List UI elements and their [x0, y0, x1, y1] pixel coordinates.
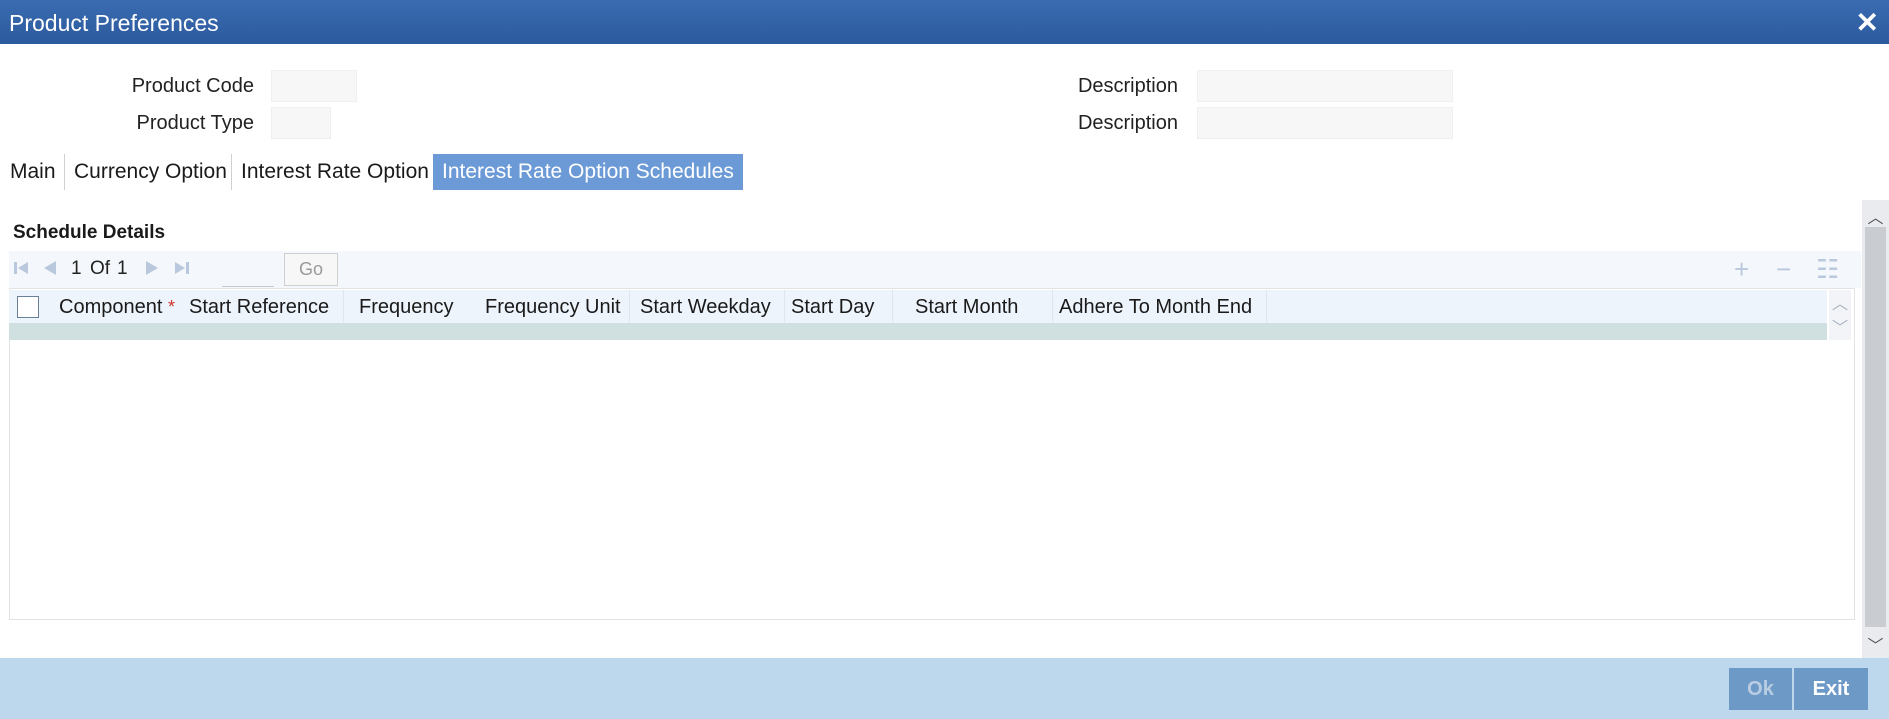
close-icon[interactable]: ✕: [1856, 6, 1879, 39]
footer-bar: [0, 658, 1889, 719]
column-divider: [892, 290, 893, 323]
remove-row-icon[interactable]: −: [1776, 256, 1791, 282]
product-type-field[interactable]: [271, 107, 331, 139]
product-type-label: Product Type: [136, 112, 254, 134]
pager-total: 1: [117, 258, 128, 279]
select-all-checkbox[interactable]: [17, 296, 39, 318]
column-start-month[interactable]: Start Month: [915, 296, 1018, 319]
scroll-down-icon[interactable]: ﹀: [1865, 632, 1886, 656]
product-code-field[interactable]: [271, 70, 357, 102]
first-page-icon[interactable]: [12, 259, 30, 282]
column-adhere-to-month-end[interactable]: Adhere To Month End: [1059, 296, 1252, 319]
last-page-icon[interactable]: [173, 259, 191, 282]
ok-button[interactable]: Ok: [1729, 668, 1792, 710]
page-number-input[interactable]: [222, 254, 274, 287]
column-divider: [343, 290, 344, 323]
product-code-label: Product Code: [131, 75, 254, 97]
column-start-reference[interactable]: Start Reference: [189, 296, 329, 319]
section-title: Schedule Details: [13, 222, 166, 243]
column-divider: [784, 290, 785, 323]
column-frequency-unit[interactable]: Frequency Unit: [485, 296, 621, 319]
scroll-up-icon[interactable]: ︿: [1829, 290, 1851, 314]
description-field[interactable]: [1197, 70, 1453, 102]
scroll-down-icon[interactable]: ﹀: [1829, 314, 1851, 338]
tab-interest-rate-option[interactable]: Interest Rate Option: [231, 154, 438, 190]
column-start-weekday[interactable]: Start Weekday: [640, 296, 771, 319]
go-button[interactable]: Go: [284, 253, 338, 286]
column-divider: [1052, 290, 1053, 323]
prev-page-icon[interactable]: [41, 259, 59, 282]
exit-button[interactable]: Exit: [1794, 668, 1868, 710]
column-frequency[interactable]: Frequency: [359, 296, 454, 319]
column-start-day[interactable]: Start Day: [791, 296, 874, 319]
description2-label: Description: [1077, 112, 1178, 134]
column-component-label: Component: [59, 296, 163, 318]
required-marker: *: [167, 297, 175, 317]
column-divider: [629, 290, 630, 323]
table-row[interactable]: [9, 323, 1827, 340]
window-scrollbar[interactable]: ︿ ﹀: [1862, 200, 1889, 658]
view-list-icon[interactable]: ☷: [1816, 256, 1839, 282]
column-component[interactable]: Component *: [59, 296, 175, 319]
tab-interest-rate-option-schedules[interactable]: Interest Rate Option Schedules: [433, 154, 743, 190]
next-page-icon[interactable]: [143, 259, 161, 282]
description2-field[interactable]: [1197, 107, 1453, 139]
description-label: Description: [1077, 75, 1178, 97]
pager-current: 1: [71, 258, 82, 279]
add-row-icon[interactable]: +: [1734, 256, 1749, 282]
title-bar: Product Preferences ✕: [0, 0, 1889, 44]
window-title: Product Preferences: [9, 10, 219, 36]
tab-main[interactable]: Main: [1, 154, 65, 190]
column-divider: [1266, 290, 1267, 323]
scrollbar-thumb[interactable]: [1865, 227, 1886, 627]
pager-of-label: Of: [90, 258, 111, 279]
tab-currency-option[interactable]: Currency Option: [64, 154, 236, 190]
scroll-up-icon[interactable]: ︿: [1865, 204, 1886, 228]
grid-scrollbar[interactable]: ︿ ﹀: [1829, 290, 1851, 340]
